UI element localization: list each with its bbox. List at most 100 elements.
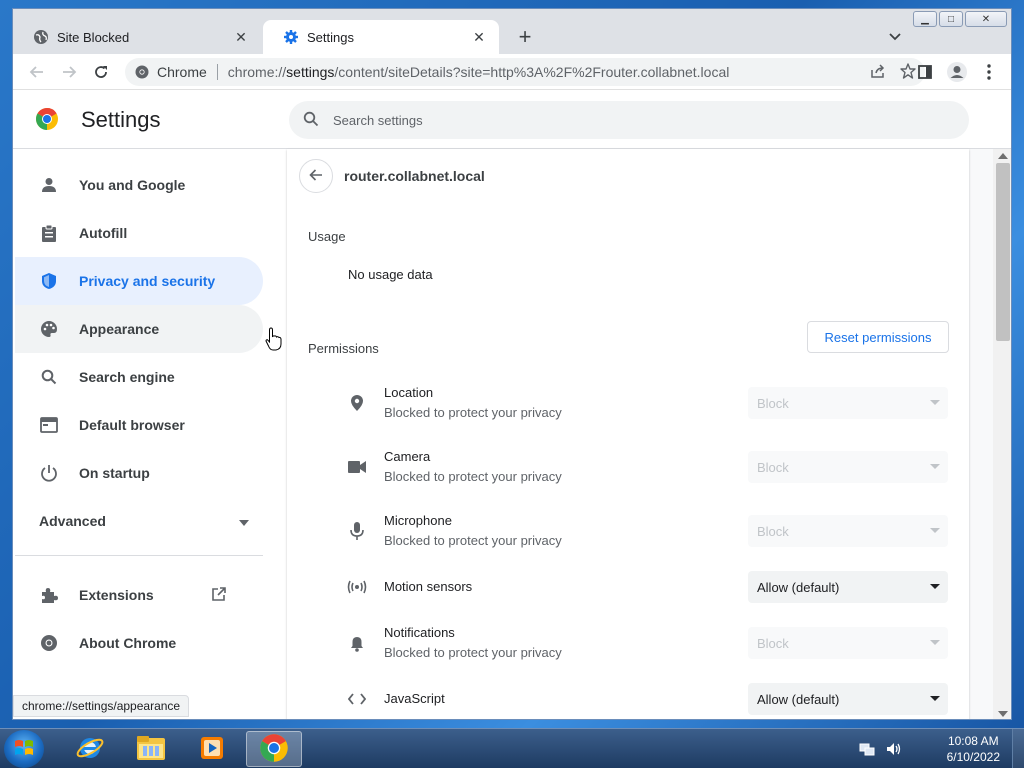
permission-sublabel: Blocked to protect your privacy (384, 645, 562, 660)
permission-label: Location (384, 385, 434, 400)
site-name-heading: router.collabnet.local (344, 168, 485, 184)
chrome-taskbar-button[interactable] (246, 731, 302, 767)
scroll-down-arrow-icon[interactable] (998, 711, 1008, 717)
chip-label: Chrome (157, 64, 207, 80)
sidebar-item-on-startup[interactable]: On startup (15, 449, 263, 497)
person-icon (39, 175, 59, 195)
dropdown-caret-icon (930, 640, 940, 645)
tab-strip: Site Blocked ✕ Settings ✕ + ▁ □ ✕ (13, 9, 1011, 54)
dropdown-caret-icon (930, 696, 940, 701)
link-status-bubble: chrome://settings/appearance (13, 695, 190, 717)
permission-label: Microphone (384, 513, 452, 528)
dropdown-caret-icon (930, 464, 940, 469)
file-explorer-taskbar-button[interactable] (123, 731, 179, 767)
permission-select-location: Block (748, 387, 948, 419)
sidebar-item-label: On startup (79, 465, 150, 481)
media-player-taskbar-button[interactable] (184, 731, 240, 767)
reset-permissions-button[interactable]: Reset permissions (807, 321, 949, 353)
tab-title: Settings (307, 29, 354, 45)
permission-row-motion-sensors: Motion sensors Allow (default) (287, 559, 969, 615)
motion-sensor-icon (347, 577, 367, 597)
reload-icon[interactable] (89, 60, 113, 84)
permission-select-microphone: Block (748, 515, 948, 547)
profile-avatar-icon[interactable] (945, 60, 969, 84)
start-button[interactable] (4, 730, 44, 768)
tab-search-chevron-icon[interactable] (885, 27, 905, 47)
microphone-icon (347, 521, 367, 541)
sidebar-advanced-toggle[interactable]: Advanced (39, 513, 249, 529)
sidebar-item-autofill[interactable]: Autofill (15, 209, 263, 257)
internet-explorer-taskbar-button[interactable] (62, 731, 118, 767)
sidebar-item-label: Extensions (79, 587, 154, 603)
network-icon[interactable] (858, 740, 876, 758)
close-window-button[interactable]: ✕ (965, 11, 1007, 27)
sidebar-item-search-engine[interactable]: Search engine (15, 353, 263, 401)
close-tab-icon[interactable]: ✕ (471, 29, 487, 45)
maximize-button[interactable]: □ (939, 11, 963, 27)
usage-section-title: Usage (308, 229, 346, 244)
usage-text: No usage data (348, 267, 433, 282)
settings-sidebar: You and Google Autofill Privacy and secu… (13, 149, 287, 719)
chrome-icon (259, 733, 289, 766)
omnibox-actions (869, 62, 917, 83)
scrollbar-thumb[interactable] (996, 163, 1010, 341)
sidebar-item-default-browser[interactable]: Default browser (15, 401, 263, 449)
puzzle-piece-icon (39, 585, 59, 605)
sidebar-item-extensions[interactable]: Extensions (15, 571, 263, 619)
internet-explorer-icon (75, 733, 105, 766)
permission-select-camera: Block (748, 451, 948, 483)
sidebar-item-label: Appearance (79, 321, 160, 337)
location-pin-icon (347, 393, 367, 413)
permission-label: Notifications (384, 625, 455, 640)
browser-toolbar: Chrome chrome://settings/content/siteDet… (13, 54, 1011, 90)
minimize-button[interactable]: ▁ (913, 11, 937, 27)
side-panel-icon[interactable] (913, 60, 937, 84)
permission-select-notifications: Block (748, 627, 948, 659)
windows-taskbar: 10:08 AM 6/10/2022 (0, 728, 1024, 768)
forward-arrow-icon[interactable] (57, 60, 81, 84)
more-menu-icon[interactable] (977, 60, 1001, 84)
sidebar-item-appearance[interactable]: Appearance (15, 305, 263, 353)
sidebar-item-about-chrome[interactable]: About Chrome (15, 619, 263, 667)
site-details-card: router.collabnet.local Usage No usage da… (287, 149, 969, 719)
search-icon (303, 111, 319, 130)
tab-settings[interactable]: Settings ✕ (263, 20, 499, 54)
back-arrow-icon[interactable] (25, 60, 49, 84)
address-bar[interactable]: Chrome chrome://settings/content/siteDet… (125, 58, 925, 86)
code-icon (347, 689, 367, 709)
browser-window-icon (39, 415, 59, 435)
chrome-icon (39, 633, 59, 653)
permission-row-camera: Camera Blocked to protect your privacy B… (287, 439, 969, 495)
share-icon[interactable] (869, 62, 887, 83)
back-arrow-icon (308, 167, 324, 186)
settings-search-box[interactable] (289, 101, 969, 139)
permission-select-javascript[interactable]: Allow (default) (748, 683, 948, 715)
permission-select-motion-sensors[interactable]: Allow (default) (748, 571, 948, 603)
url-text: chrome://settings/content/siteDetails?si… (227, 64, 730, 80)
permission-label: Motion sensors (384, 579, 473, 594)
chrome-icon (135, 65, 149, 79)
power-icon (39, 463, 59, 483)
new-tab-button[interactable]: + (513, 24, 537, 49)
back-button[interactable] (299, 159, 333, 193)
site-info-chip[interactable]: Chrome (135, 64, 218, 80)
sidebar-item-privacy-and-security[interactable]: Privacy and security (15, 257, 263, 305)
search-settings-input[interactable] (333, 112, 933, 128)
external-link-icon (211, 586, 227, 605)
windows-logo-icon (14, 738, 34, 761)
sidebar-item-label: Autofill (79, 225, 128, 241)
sidebar-item-you-and-google[interactable]: You and Google (15, 161, 263, 209)
tab-site-blocked[interactable]: Site Blocked ✕ (13, 20, 261, 54)
page-scrollbar[interactable] (993, 149, 1011, 719)
gear-icon (283, 29, 299, 45)
volume-icon[interactable] (884, 740, 902, 758)
close-tab-icon[interactable]: ✕ (233, 29, 249, 45)
scroll-up-arrow-icon[interactable] (998, 153, 1008, 159)
permission-row-microphone: Microphone Blocked to protect your priva… (287, 503, 969, 559)
show-desktop-button[interactable] (1012, 729, 1024, 768)
sidebar-item-label: Default browser (79, 417, 185, 433)
settings-header: Settings (13, 91, 1011, 149)
taskbar-clock[interactable]: 10:08 AM 6/10/2022 (947, 733, 1000, 765)
permission-row-location: Location Blocked to protect your privacy… (287, 375, 969, 431)
clock-date: 6/10/2022 (946, 750, 1000, 764)
